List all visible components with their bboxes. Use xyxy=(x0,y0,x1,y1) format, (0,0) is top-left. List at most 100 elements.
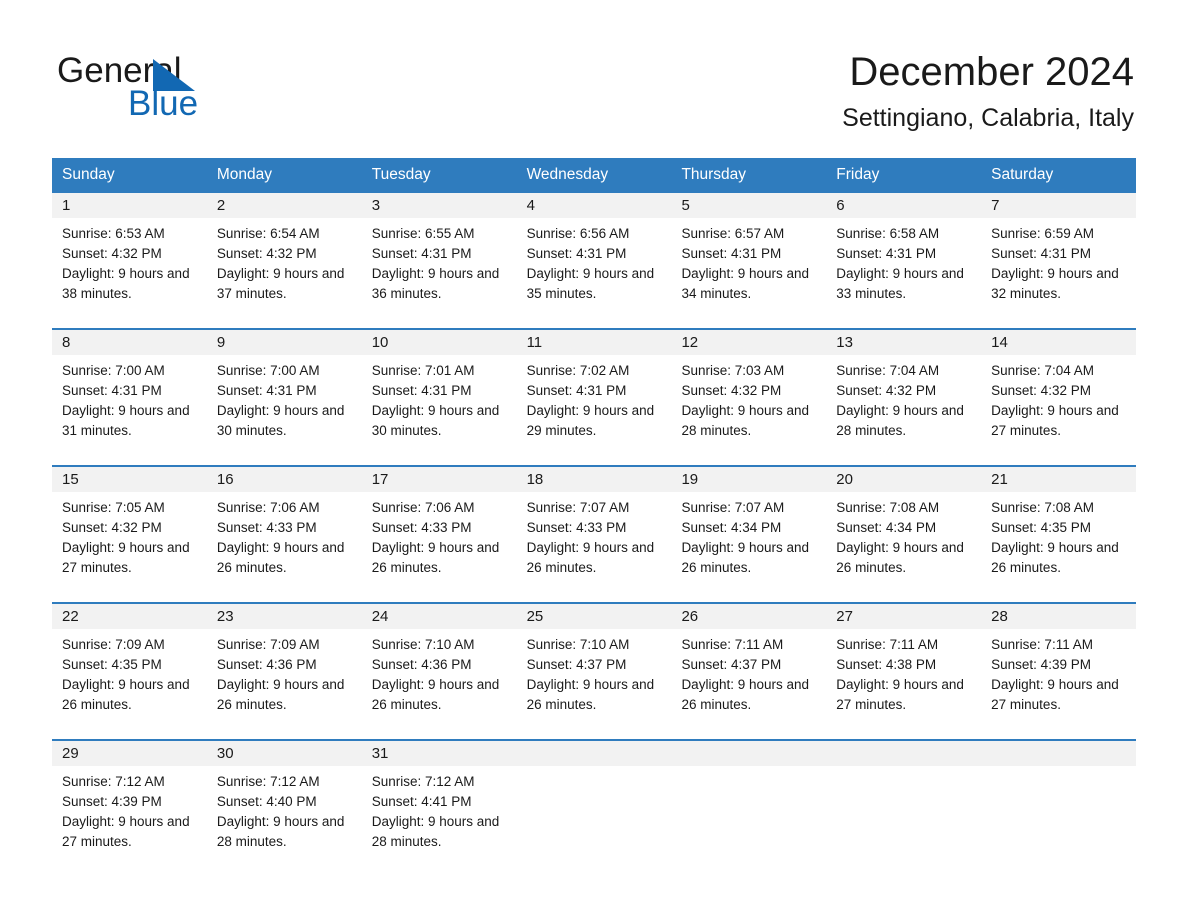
sunrise-text: Sunrise: 7:07 AM xyxy=(526,500,630,515)
sunset-text: Sunset: 4:33 PM xyxy=(216,520,317,535)
daylight-text: Daylight: 9 hours and 27 minutes. xyxy=(836,677,964,712)
day-number[interactable]: 22 xyxy=(52,604,207,629)
day-number[interactable]: 27 xyxy=(826,604,981,629)
week-spacer xyxy=(52,584,1136,602)
sunrise-text: Sunrise: 7:12 AM xyxy=(371,774,475,789)
day-number[interactable]: 2 xyxy=(207,193,362,218)
day-cell: Sunrise: 7:07 AM Sunset: 4:34 PM Dayligh… xyxy=(671,492,826,584)
calendar-page: General Blue December 2024 Settingiano, … xyxy=(0,0,1188,918)
day-number[interactable]: 21 xyxy=(981,467,1136,492)
day-number[interactable]: 3 xyxy=(362,193,517,218)
day-number[interactable]: 1 xyxy=(52,193,207,218)
sunrise-text: Sunrise: 7:06 AM xyxy=(216,500,320,515)
day-cell: Sunrise: 7:12 AM Sunset: 4:39 PM Dayligh… xyxy=(52,766,207,858)
daylight-text: Daylight: 9 hours and 33 minutes. xyxy=(836,266,964,301)
sunrise-text: Sunrise: 6:56 AM xyxy=(526,226,630,241)
day-cell: Sunrise: 7:08 AM Sunset: 4:35 PM Dayligh… xyxy=(981,492,1136,584)
day-number[interactable]: 7 xyxy=(981,193,1136,218)
day-number[interactable]: 17 xyxy=(362,467,517,492)
day-number[interactable]: 31 xyxy=(362,741,517,766)
calendar-week-row: 22 23 24 25 26 27 28 Sunrise: 7:09 AM Su… xyxy=(52,602,1136,721)
sunrise-text: Sunrise: 6:53 AM xyxy=(62,226,165,241)
calendar-week-row: 8 9 10 11 12 13 14 Sunrise: 7:00 AM Suns… xyxy=(52,328,1136,447)
daylight-text: Daylight: 9 hours and 28 minutes. xyxy=(681,403,810,438)
sunrise-text: Sunrise: 7:11 AM xyxy=(681,637,784,652)
day-cell: Sunrise: 7:00 AM Sunset: 4:31 PM Dayligh… xyxy=(207,355,362,447)
sunrise-text: Sunrise: 7:01 AM xyxy=(371,363,475,378)
day-cell: Sunrise: 7:02 AM Sunset: 4:31 PM Dayligh… xyxy=(517,355,672,447)
sunrise-text: Sunrise: 7:10 AM xyxy=(526,637,630,652)
daylight-text: Daylight: 9 hours and 37 minutes. xyxy=(216,266,345,301)
sunrise-text: Sunrise: 7:12 AM xyxy=(216,774,320,789)
day-number[interactable]: 19 xyxy=(671,467,826,492)
day-cell: Sunrise: 7:12 AM Sunset: 4:40 PM Dayligh… xyxy=(207,766,362,858)
day-number[interactable]: 12 xyxy=(671,330,826,355)
weekday-wednesday: Wednesday xyxy=(526,166,609,183)
day-number[interactable]: 11 xyxy=(517,330,672,355)
general-blue-logo[interactable]: General Blue xyxy=(57,50,317,123)
day-number[interactable]: 5 xyxy=(671,193,826,218)
day-cell: Sunrise: 7:01 AM Sunset: 4:31 PM Dayligh… xyxy=(362,355,517,447)
day-number[interactable]: 30 xyxy=(207,741,362,766)
day-cell-empty xyxy=(671,766,826,858)
sunset-text: Sunset: 4:32 PM xyxy=(991,383,1091,398)
daylight-text: Daylight: 9 hours and 38 minutes. xyxy=(62,266,190,301)
day-number[interactable]: 18 xyxy=(517,467,672,492)
day-number[interactable]: 28 xyxy=(981,604,1136,629)
day-detail-row: Sunrise: 7:00 AM Sunset: 4:31 PM Dayligh… xyxy=(52,355,1136,447)
sunrise-text: Sunrise: 7:12 AM xyxy=(62,774,165,789)
day-cell: Sunrise: 7:04 AM Sunset: 4:32 PM Dayligh… xyxy=(826,355,981,447)
weekday-tuesday: Tuesday xyxy=(371,166,431,183)
day-number-empty xyxy=(981,741,1137,766)
day-detail-row: Sunrise: 7:09 AM Sunset: 4:35 PM Dayligh… xyxy=(52,629,1136,721)
day-number[interactable]: 10 xyxy=(362,330,517,355)
day-cell: Sunrise: 7:10 AM Sunset: 4:37 PM Dayligh… xyxy=(517,629,672,721)
day-cell: Sunrise: 7:09 AM Sunset: 4:36 PM Dayligh… xyxy=(207,629,362,721)
daylight-text: Daylight: 9 hours and 32 minutes. xyxy=(991,266,1119,301)
day-cell-empty xyxy=(981,766,1136,858)
daylight-text: Daylight: 9 hours and 26 minutes. xyxy=(526,540,655,575)
day-number[interactable]: 26 xyxy=(671,604,826,629)
day-number[interactable]: 15 xyxy=(52,467,207,492)
daylight-text: Daylight: 9 hours and 26 minutes. xyxy=(62,677,190,712)
day-cell-empty xyxy=(517,766,672,858)
calendar-week-row: 1 2 3 4 5 6 7 Sunrise: 6:53 AM Sunset: 4… xyxy=(52,191,1136,310)
weekday-thursday: Thursday xyxy=(681,166,747,183)
day-number-band: 8 9 10 11 12 13 14 xyxy=(52,330,1136,355)
day-number[interactable]: 16 xyxy=(207,467,362,492)
day-number[interactable]: 13 xyxy=(826,330,981,355)
day-number[interactable]: 14 xyxy=(981,330,1136,355)
day-number[interactable]: 23 xyxy=(207,604,362,629)
sunrise-text: Sunrise: 7:05 AM xyxy=(62,500,165,515)
day-number[interactable]: 6 xyxy=(826,193,981,218)
daylight-text: Daylight: 9 hours and 29 minutes. xyxy=(526,403,655,438)
sunset-text: Sunset: 4:35 PM xyxy=(62,657,162,672)
day-cell: Sunrise: 6:55 AM Sunset: 4:31 PM Dayligh… xyxy=(362,218,517,310)
day-number[interactable]: 24 xyxy=(362,604,517,629)
sunrise-text: Sunrise: 7:10 AM xyxy=(371,637,475,652)
day-number[interactable]: 20 xyxy=(826,467,981,492)
sunset-text: Sunset: 4:39 PM xyxy=(62,794,162,809)
day-number[interactable]: 8 xyxy=(52,330,207,355)
daylight-text: Daylight: 9 hours and 26 minutes. xyxy=(371,540,500,575)
sunset-text: Sunset: 4:31 PM xyxy=(991,246,1091,261)
daylight-text: Daylight: 9 hours and 26 minutes. xyxy=(681,540,810,575)
day-number[interactable]: 9 xyxy=(207,330,362,355)
day-cell: Sunrise: 6:53 AM Sunset: 4:32 PM Dayligh… xyxy=(52,218,207,310)
sunset-text: Sunset: 4:35 PM xyxy=(991,520,1091,535)
sunset-text: Sunset: 4:31 PM xyxy=(681,246,782,261)
day-number[interactable]: 25 xyxy=(517,604,672,629)
day-number[interactable]: 29 xyxy=(52,741,207,766)
title-block: December 2024 Settingiano, Calabria, Ita… xyxy=(842,46,1134,135)
weekday-friday: Friday xyxy=(836,166,880,183)
calendar-grid: Sunday Monday Tuesday Wednesday Thursday… xyxy=(52,158,1137,858)
sunset-text: Sunset: 4:40 PM xyxy=(216,794,317,809)
sunset-text: Sunset: 4:31 PM xyxy=(62,383,162,398)
day-detail-row: Sunrise: 7:12 AM Sunset: 4:39 PM Dayligh… xyxy=(52,766,1136,858)
sunrise-text: Sunrise: 7:09 AM xyxy=(216,637,320,652)
day-number-band: 22 23 24 25 26 27 28 xyxy=(52,604,1136,629)
sunset-text: Sunset: 4:31 PM xyxy=(526,383,627,398)
day-number-band: 1 2 3 4 5 6 7 xyxy=(52,193,1136,218)
day-number[interactable]: 4 xyxy=(517,193,672,218)
weekday-header-row: Sunday Monday Tuesday Wednesday Thursday… xyxy=(52,158,1136,191)
